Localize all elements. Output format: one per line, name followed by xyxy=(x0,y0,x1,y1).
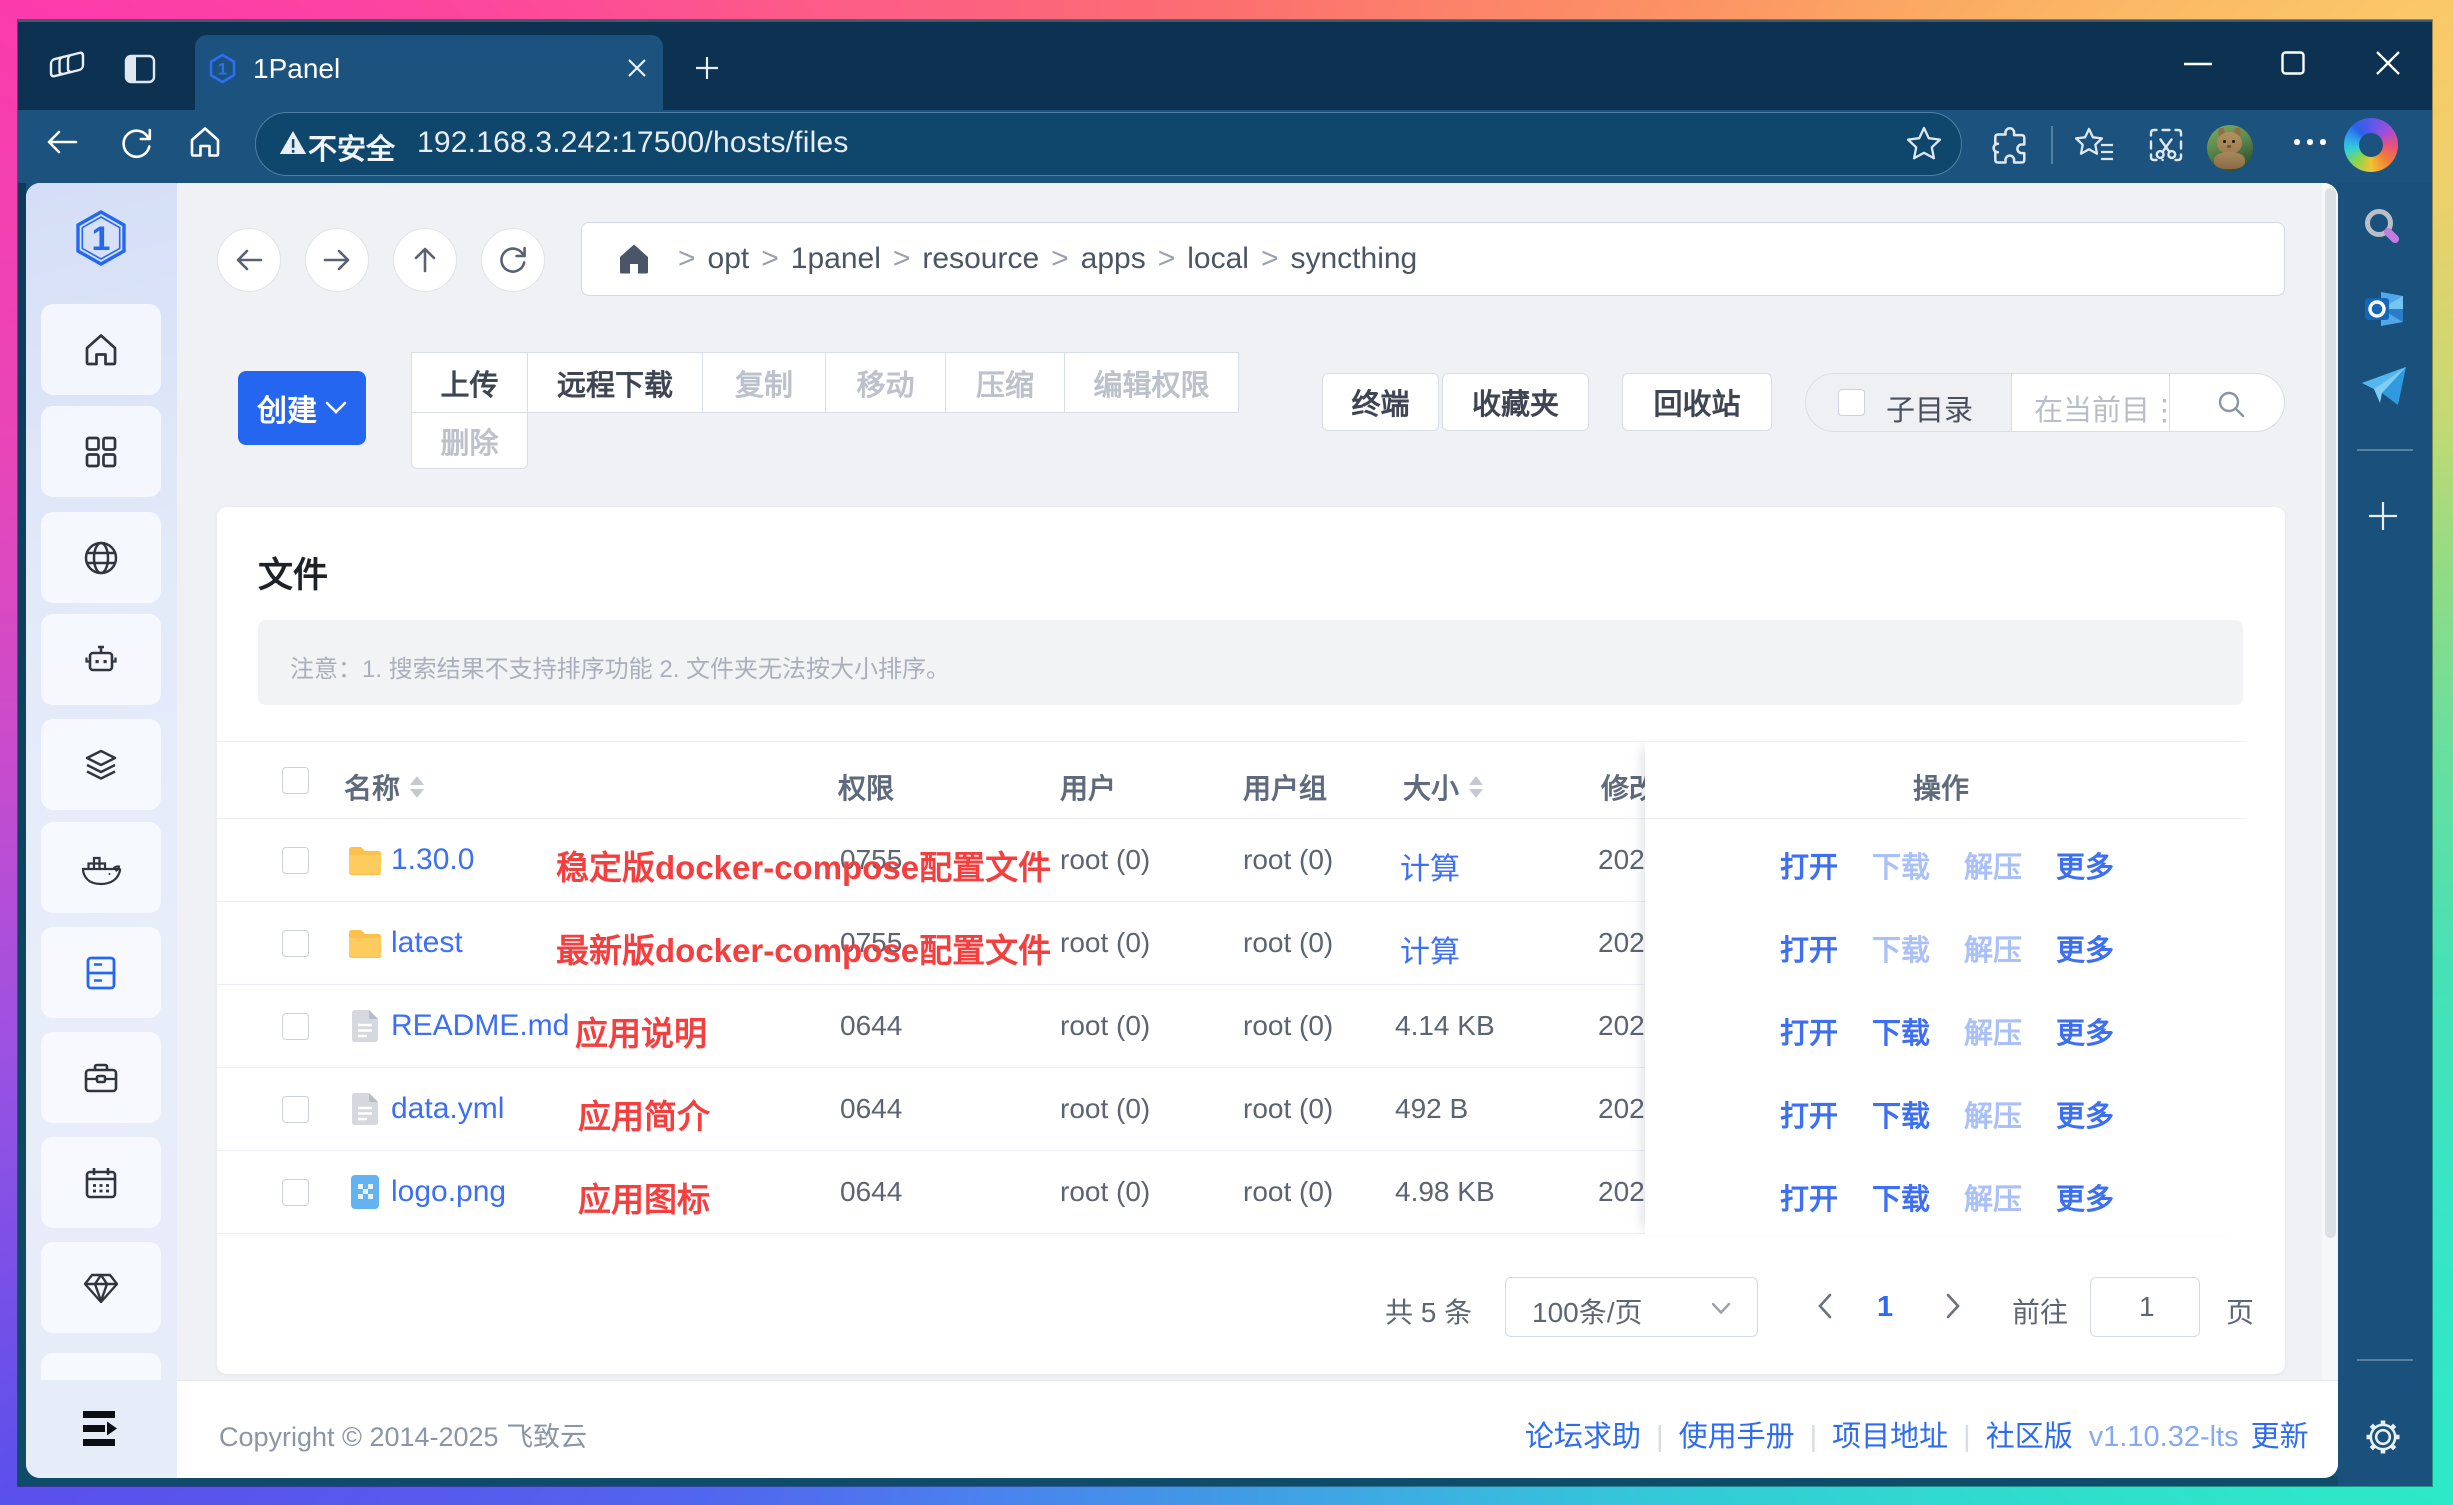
svg-text:1: 1 xyxy=(218,60,227,79)
svg-text:1: 1 xyxy=(92,220,111,258)
